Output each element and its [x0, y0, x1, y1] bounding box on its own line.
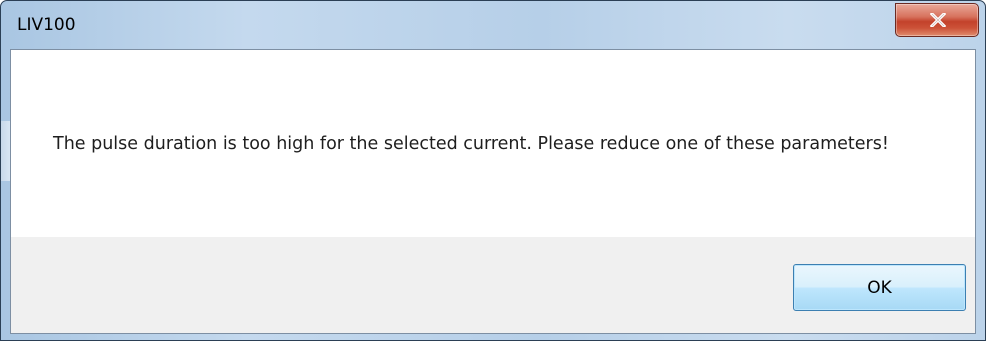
close-button[interactable] — [895, 3, 979, 37]
message-text: The pulse duration is too high for the s… — [53, 134, 889, 154]
message-area: The pulse duration is too high for the s… — [11, 50, 975, 237]
button-bar: OK — [11, 237, 975, 333]
dialog-content: The pulse duration is too high for the s… — [10, 49, 976, 334]
title-bar[interactable]: LIV100 — [1, 1, 985, 49]
window-title: LIV100 — [17, 15, 76, 35]
close-x-icon — [930, 13, 946, 27]
frame-accent — [1, 121, 10, 181]
ok-button[interactable]: OK — [793, 264, 966, 311]
message-dialog: LIV100 The pulse duration is too high fo… — [0, 0, 986, 341]
